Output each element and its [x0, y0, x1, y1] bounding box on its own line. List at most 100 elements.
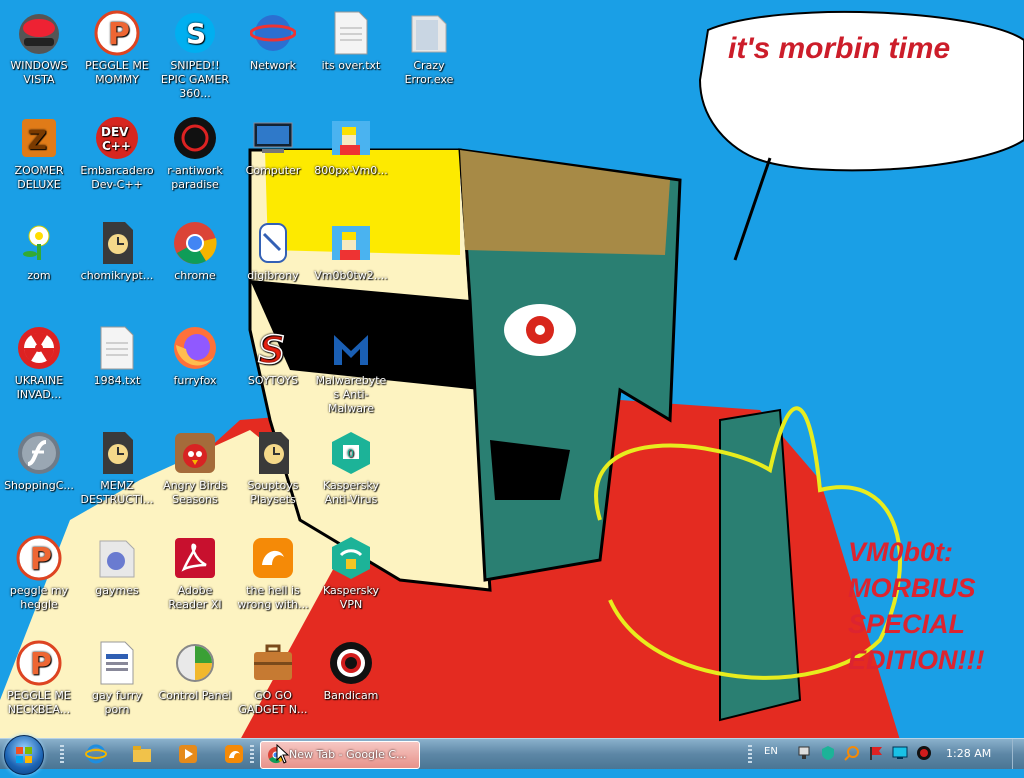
text-file-icon [93, 324, 141, 372]
desktop-icon-gaymes[interactable]: gaymes [78, 530, 156, 630]
svg-text:C++: C++ [102, 139, 131, 153]
svg-text:Z: Z [28, 126, 47, 156]
network-tray-icon[interactable] [796, 745, 812, 761]
desktop-icon-shoppingc[interactable]: ShoppingC... [0, 425, 78, 525]
desktop-icon-control-panel[interactable]: Control Panel [156, 635, 234, 735]
desktop-icon-sniped[interactable]: S SNIPED!! EPIC GAMER 360... [156, 5, 234, 105]
vista-helmet-icon [15, 9, 63, 57]
monitor-tray-icon[interactable] [892, 745, 908, 761]
start-button[interactable] [4, 735, 44, 775]
desktop-icon-windows-vista[interactable]: WINDOWS VISTA [0, 5, 78, 105]
kaspersky-vpn-icon [327, 534, 375, 582]
desktop-icon-souptoys[interactable]: Souptoys Playsets [234, 425, 312, 525]
icon-label: furryfox [173, 374, 217, 387]
icon-label: Malwarebytes Anti-Malware [315, 374, 387, 415]
icon-label: Control Panel [158, 689, 232, 702]
quicklaunch-internet-explorer[interactable] [84, 742, 108, 766]
internet-explorer-icon [85, 744, 107, 764]
desktop-icon-ukraine-invad[interactable]: UKRAINE INVAD... [0, 320, 78, 420]
desktop-icon-soytoys[interactable]: S SOYTOYS [234, 320, 312, 420]
icon-label: 800px-Vm0... [314, 164, 388, 177]
language-indicator[interactable]: EN [764, 746, 778, 757]
icon-label: gaymes [95, 584, 139, 597]
desktop-icon-go-go-gadget[interactable]: GO GO GADGET N... [234, 635, 312, 735]
shield-tray-icon[interactable] [820, 745, 836, 761]
taskbar-grip[interactable] [250, 745, 254, 763]
desktop-icon-chrome[interactable]: chrome [156, 215, 234, 315]
recorder-tray-icon[interactable] [916, 745, 932, 761]
desktop-icon-computer[interactable]: Computer [234, 110, 312, 210]
flash-icon [15, 429, 63, 477]
desktop-icon-800px-vm0[interactable]: 800px-Vm0... [312, 110, 390, 210]
hourglass-shortcut-icon [249, 429, 297, 477]
desktop-icon-chomikrypt[interactable]: chomikrypt... [78, 215, 156, 315]
desktop-icon-zoomer-deluxe[interactable]: Z ZOOMER DELUXE [0, 110, 78, 210]
icon-label: digibrony [247, 269, 299, 282]
peggle-icon: P [93, 9, 141, 57]
taskbar-grip[interactable] [60, 745, 64, 763]
icon-label: Adobe Reader XI [168, 584, 222, 611]
desktop-icon-devcpp[interactable]: DEV C++ Embarcadero Dev-C++ [78, 110, 156, 210]
icon-label: the hell is wrong with... [237, 584, 309, 611]
desktop-icon-network[interactable]: Network [234, 5, 312, 105]
taskbar-grip[interactable] [748, 745, 752, 763]
desktop-icon-adobe-reader[interactable]: Adobe Reader XI [156, 530, 234, 630]
zuma-icon: Z [15, 114, 63, 162]
plants-vs-zombies-icon [15, 219, 63, 267]
desktop-icon-r-antiwork[interactable]: r-antiwork paradise [156, 110, 234, 210]
system-clock[interactable]: 1:28 AM [946, 747, 991, 760]
desktop-icon-bandicam[interactable]: Bandicam [312, 635, 390, 735]
taskbar-button-label: New Tab - Google C... [289, 748, 407, 761]
desktop-icon-furryfox[interactable]: furryfox [156, 320, 234, 420]
show-desktop-button[interactable] [1012, 739, 1024, 769]
angry-birds-icon [171, 429, 219, 477]
desktop-icon-peggle-my-heggle[interactable]: P peggle my heggle [0, 530, 78, 630]
edition-line: MORBIUS [848, 573, 976, 603]
text-file-icon [327, 9, 375, 57]
desktop-icon-gay-furry-porn[interactable]: gay furry porn [78, 635, 156, 735]
icon-label: GO GO GADGET N... [238, 689, 308, 716]
search-tray-icon[interactable] [844, 745, 860, 761]
svg-text:P: P [30, 647, 52, 682]
quicklaunch-media-player[interactable] [176, 742, 200, 766]
desktop-icon-digibrony[interactable]: digibrony [234, 215, 312, 315]
media-player-icon [179, 745, 197, 763]
desktop-icon-peggle-me-neckbea[interactable]: P PEGGLE ME NECKBEA... [0, 635, 78, 735]
icon-label: peggle my heggle [9, 584, 69, 611]
desktop-icon-memz[interactable]: MEMZ DESTRUCTI... [78, 425, 156, 525]
desktop-icon-kaspersky-vpn[interactable]: Kaspersky VPN [312, 530, 390, 630]
edition-line: VM0b0t: [848, 537, 954, 567]
windows-logo-icon [16, 747, 32, 763]
computer-icon [249, 114, 297, 162]
icon-label: Kaspersky Anti-Virus [323, 479, 379, 506]
icon-label: PEGGLE ME NECKBEA... [7, 689, 71, 716]
speech-bubble-text: it's morbin time [728, 32, 951, 65]
desktop-icon-vm0b0tw2[interactable]: Vm0b0tw2.... [312, 215, 390, 315]
desktop-icon-malwarebytes[interactable]: Malwarebytes Anti-Malware [312, 320, 390, 420]
icon-label: Bandicam [323, 689, 379, 702]
svg-text:P: P [108, 17, 130, 52]
icon-label: Kaspersky VPN [323, 584, 379, 611]
antiwork-icon [171, 114, 219, 162]
soytoys-icon: S [249, 324, 297, 372]
quicklaunch-explorer[interactable] [130, 742, 154, 766]
desktop-icon-its-over-txt[interactable]: its over.txt [312, 5, 390, 105]
desktop-icon-1984-txt[interactable]: 1984.txt [78, 320, 156, 420]
desktop-icon-peggle-me-mommy[interactable]: P PEGGLE ME MOMMY [78, 5, 156, 105]
icon-label: Crazy Error.exe [404, 59, 454, 86]
mouse-cursor-icon [276, 744, 290, 764]
folder-icon [405, 9, 453, 57]
network-globe-icon [249, 9, 297, 57]
desktop-icon-angry-birds[interactable]: Angry Birds Seasons [156, 425, 234, 525]
desktop-icon-the-hell-is-wrong[interactable]: the hell is wrong with... [234, 530, 312, 630]
quicklaunch-uc-browser[interactable] [222, 742, 246, 766]
desktop-icon-kaspersky-av[interactable]: 0 Kaspersky Anti-Virus [312, 425, 390, 525]
flag-tray-icon[interactable] [868, 745, 884, 761]
desktop-icon-zom[interactable]: zom [0, 215, 78, 315]
icon-label: WINDOWS VISTA [10, 59, 68, 86]
desktop-icon-crazy-error[interactable]: Crazy Error.exe [390, 5, 468, 105]
svg-text:S: S [186, 17, 206, 50]
icon-label: Angry Birds Seasons [163, 479, 227, 506]
devcpp-icon: DEV C++ [93, 114, 141, 162]
edition-line: SPECIAL [848, 609, 966, 639]
